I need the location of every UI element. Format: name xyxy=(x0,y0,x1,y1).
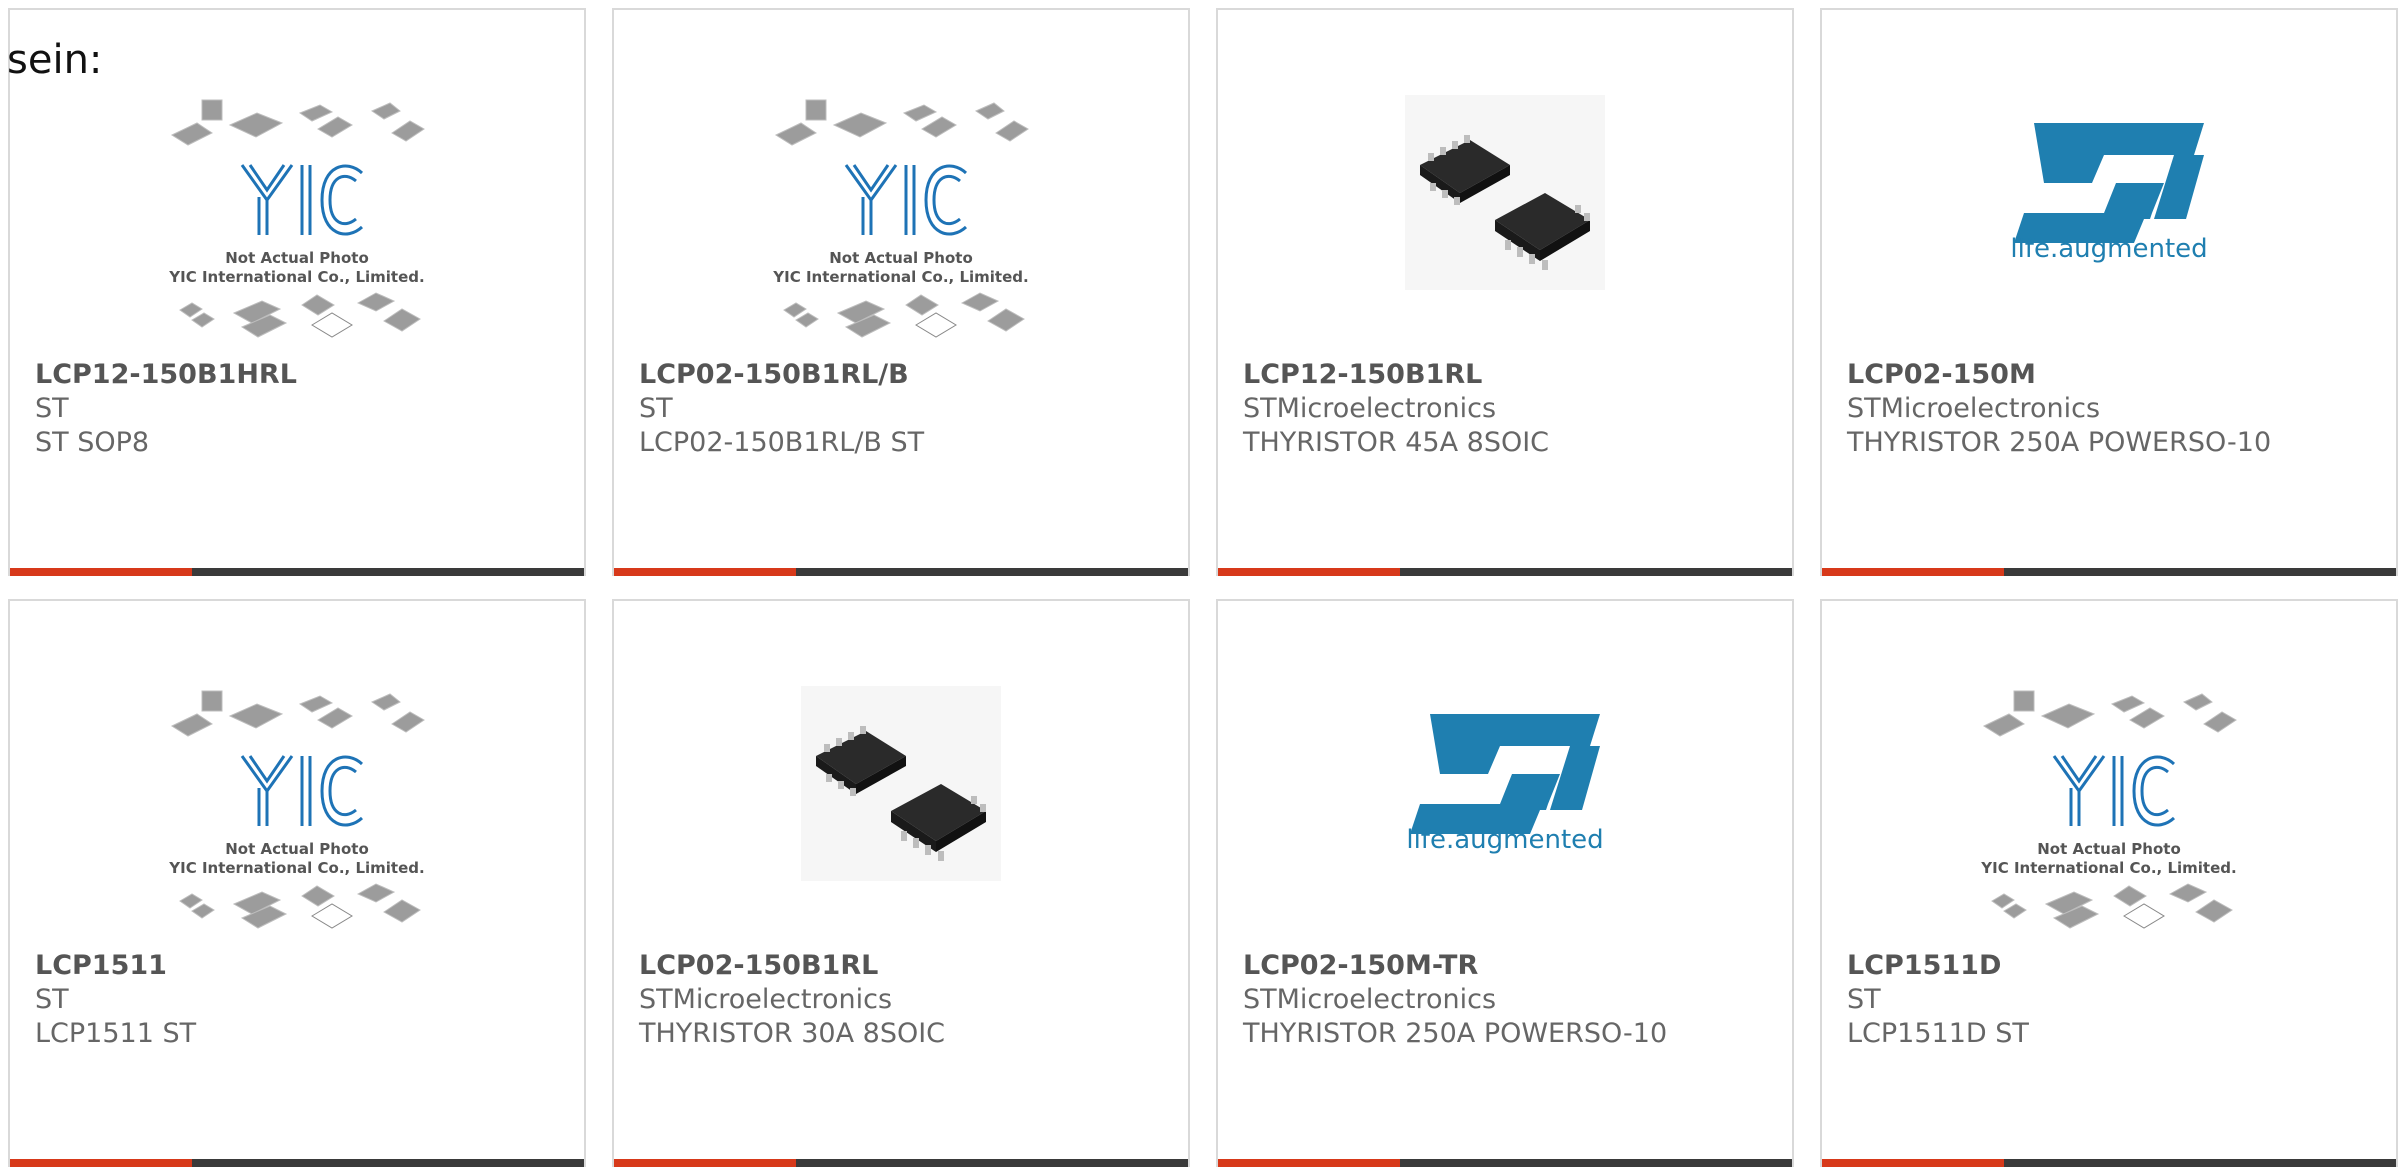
yic-placeholder-icon: Not Actual Photo YIC International Co., … xyxy=(162,686,432,938)
part-number[interactable]: LCP1511D xyxy=(1847,949,2376,983)
card-footer-bar xyxy=(1822,1159,2396,1167)
intro-text: sein: xyxy=(7,37,103,83)
placeholder-line1: Not Actual Photo xyxy=(829,249,973,267)
product-meta: LCP12-150B1RL STMicroelectronics THYRIST… xyxy=(1243,358,1772,460)
yic-placeholder-icon: Not Actual Photo YIC International Co., … xyxy=(766,95,1036,347)
description: LCP02-150B1RL/B ST xyxy=(639,427,925,458)
description: ST SOP8 xyxy=(35,427,150,458)
manufacturer: ST xyxy=(35,393,69,424)
part-number[interactable]: LCP02-150M-TR xyxy=(1243,949,1772,983)
yic-placeholder-icon: Not Actual Photo YIC International Co., … xyxy=(162,95,432,347)
soic-chip-photo xyxy=(766,681,1036,938)
card-footer-bar xyxy=(10,1159,584,1167)
manufacturer: ST xyxy=(35,984,69,1015)
product-meta: LCP12-150B1HRL ST ST SOP8 xyxy=(35,358,564,460)
placeholder-line2: YIC International Co., Limited. xyxy=(168,268,424,286)
placeholder-line2: YIC International Co., Limited. xyxy=(168,859,424,877)
product-card[interactable]: Not Actual Photo YIC International Co., … xyxy=(8,8,586,576)
st-logo: life.augmented xyxy=(1974,95,2244,347)
part-number[interactable]: LCP12-150B1HRL xyxy=(35,358,564,392)
placeholder-line2: YIC International Co., Limited. xyxy=(1980,859,2236,877)
description: THYRISTOR 250A POWERSO-10 xyxy=(1847,427,2272,458)
manufacturer: ST xyxy=(639,393,673,424)
product-card[interactable]: LCP12-150B1RL STMicroelectronics THYRIST… xyxy=(1216,8,1794,576)
description: THYRISTOR 30A 8SOIC xyxy=(639,1018,946,1049)
product-meta: LCP1511 ST LCP1511 ST xyxy=(35,949,564,1051)
card-footer-bar xyxy=(1218,1159,1792,1167)
description: THYRISTOR 250A POWERSO-10 xyxy=(1243,1018,1668,1049)
manufacturer: STMicroelectronics xyxy=(639,984,893,1015)
product-meta: LCP02-150B1RL/B ST LCP02-150B1RL/B ST xyxy=(639,358,1168,460)
st-logo: life.augmented xyxy=(1370,686,1640,938)
part-number[interactable]: LCP02-150M xyxy=(1847,358,2376,392)
product-meta: LCP02-150B1RL STMicroelectronics THYRIST… xyxy=(639,949,1168,1051)
product-grid: Not Actual Photo YIC International Co., … xyxy=(0,0,2400,1167)
product-card[interactable]: LCP02-150B1RL STMicroelectronics THYRIST… xyxy=(612,599,1190,1167)
placeholder-line2: YIC International Co., Limited. xyxy=(772,268,1028,286)
card-footer-bar xyxy=(614,1159,1188,1167)
description: THYRISTOR 45A 8SOIC xyxy=(1243,427,1550,458)
manufacturer: STMicroelectronics xyxy=(1243,984,1497,1015)
manufacturer: STMicroelectronics xyxy=(1243,393,1497,424)
product-meta: LCP02-150M-TR STMicroelectronics THYRIST… xyxy=(1243,949,1772,1051)
placeholder-line1: Not Actual Photo xyxy=(225,249,369,267)
card-footer-bar xyxy=(1218,568,1792,576)
part-number[interactable]: LCP02-150B1RL/B xyxy=(639,358,1168,392)
yic-placeholder-icon: Not Actual Photo YIC International Co., … xyxy=(1974,686,2244,938)
product-card[interactable]: Not Actual Photo YIC International Co., … xyxy=(8,599,586,1167)
part-number[interactable]: LCP1511 xyxy=(35,949,564,983)
st-tagline: life.augmented xyxy=(2010,234,2207,264)
description: LCP1511D ST xyxy=(1847,1018,2029,1049)
manufacturer: ST xyxy=(1847,984,1881,1015)
placeholder-line1: Not Actual Photo xyxy=(2037,840,2181,858)
soic-chip-photo xyxy=(1370,90,1640,347)
product-meta: LCP02-150M STMicroelectronics THYRISTOR … xyxy=(1847,358,2376,460)
manufacturer: STMicroelectronics xyxy=(1847,393,2101,424)
product-card[interactable]: Not Actual Photo YIC International Co., … xyxy=(1820,599,2398,1167)
card-footer-bar xyxy=(1822,568,2396,576)
product-card[interactable]: Not Actual Photo YIC International Co., … xyxy=(612,8,1190,576)
product-meta: LCP1511D ST LCP1511D ST xyxy=(1847,949,2376,1051)
description: LCP1511 ST xyxy=(35,1018,197,1049)
placeholder-line1: Not Actual Photo xyxy=(225,840,369,858)
product-card[interactable]: life.augmented LCP02-150M STMicroelectro… xyxy=(1820,8,2398,576)
part-number[interactable]: LCP02-150B1RL xyxy=(639,949,1168,983)
st-tagline: life.augmented xyxy=(1406,825,1603,855)
card-footer-bar xyxy=(10,568,584,576)
part-number[interactable]: LCP12-150B1RL xyxy=(1243,358,1772,392)
card-footer-bar xyxy=(614,568,1188,576)
product-card[interactable]: life.augmented LCP02-150M-TR STMicroelec… xyxy=(1216,599,1794,1167)
